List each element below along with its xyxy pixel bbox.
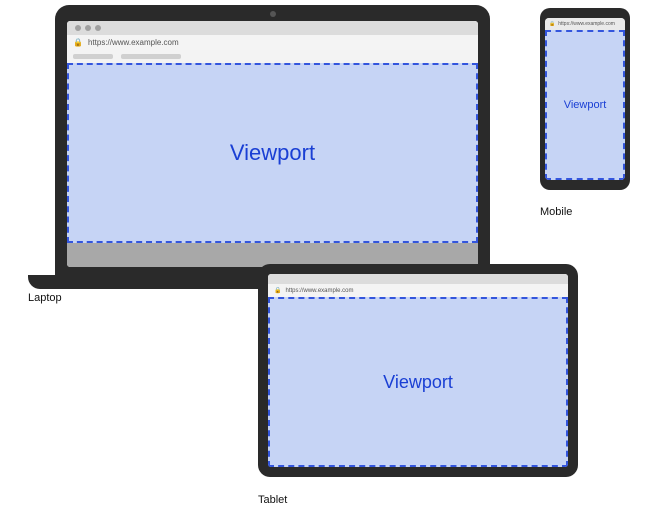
viewport-region: Viewport — [545, 30, 625, 180]
address-bar: 🔒 https://www.example.com — [67, 35, 478, 50]
traffic-light-minimize-icon — [85, 25, 91, 31]
laptop-browser-window: 🔒 https://www.example.com Viewport — [67, 21, 478, 267]
lock-icon: 🔒 — [274, 287, 281, 294]
mobile-address-bar: 🔒 https://www.example.com — [545, 18, 625, 30]
nav-placeholder-block — [73, 54, 113, 59]
tablet-device: 🔒 https://www.example.com Viewport — [258, 264, 578, 477]
viewport-label: Viewport — [564, 99, 607, 111]
mobile-caption: Mobile — [540, 206, 572, 218]
viewport-label: Viewport — [230, 140, 315, 166]
viewport-label: Viewport — [383, 372, 453, 393]
lock-icon: 🔒 — [73, 38, 83, 47]
tablet-frame: 🔒 https://www.example.com Viewport — [258, 264, 578, 477]
browser-titlebar — [67, 21, 478, 35]
url-text: https://www.example.com — [558, 21, 615, 27]
viewport-region: Viewport — [268, 297, 568, 467]
page-nav-placeholder — [67, 50, 478, 63]
address-bar: 🔒 https://www.example.com — [268, 284, 568, 297]
tablet-browser-window: 🔒 https://www.example.com Viewport — [268, 274, 568, 467]
window-controls — [75, 25, 101, 31]
traffic-light-close-icon — [75, 25, 81, 31]
url-text: https://www.example.com — [88, 38, 179, 47]
mobile-notch-icon — [573, 10, 597, 16]
lock-icon: 🔒 — [549, 21, 555, 27]
mobile-device: 🔒 https://www.example.com Viewport — [540, 8, 630, 190]
tablet-caption: Tablet — [258, 494, 287, 506]
mobile-frame: 🔒 https://www.example.com Viewport — [540, 8, 630, 190]
viewport-region: Viewport — [67, 63, 478, 243]
laptop-screen-bezel: 🔒 https://www.example.com Viewport — [55, 5, 490, 275]
browser-titlebar — [268, 274, 568, 284]
url-text: https://www.example.com — [285, 288, 353, 294]
nav-placeholder-block — [121, 54, 181, 59]
laptop-device: 🔒 https://www.example.com Viewport — [55, 5, 490, 289]
laptop-caption: Laptop — [28, 292, 62, 304]
camera-icon — [270, 11, 276, 17]
traffic-light-maximize-icon — [95, 25, 101, 31]
mobile-browser-window: 🔒 https://www.example.com Viewport — [545, 18, 625, 180]
